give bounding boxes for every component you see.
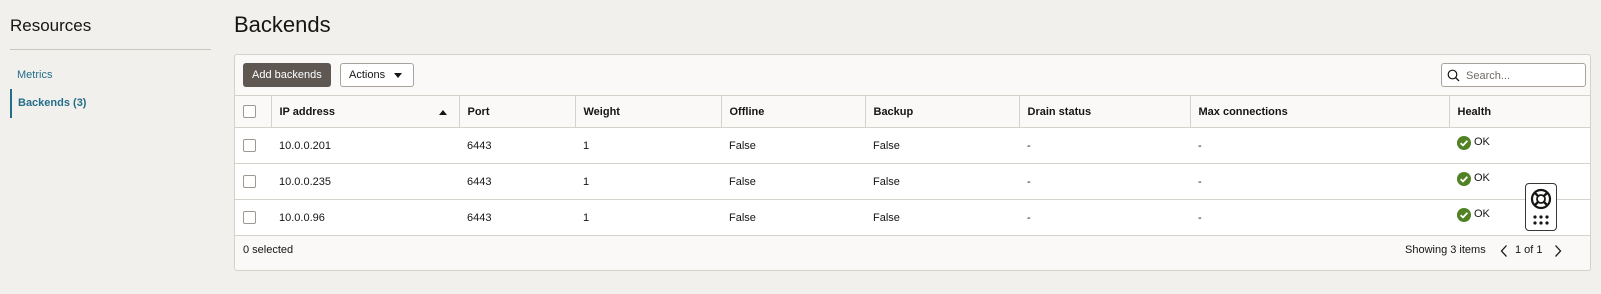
page-indicator: 1 of 1 [1515,244,1543,256]
chevron-left-icon[interactable] [1499,244,1509,258]
chevron-right-icon[interactable] [1553,244,1563,258]
cell-max-connections: - [1190,163,1449,200]
cell-weight: 1 [575,127,721,164]
grid-dots-icon[interactable] [1526,214,1556,228]
cell-backup: False [865,163,1019,200]
column-header-drain-status[interactable]: Drain status [1019,95,1191,128]
select-all-cell [235,95,272,128]
add-backends-button[interactable]: Add backends [243,63,331,87]
actions-menu-button[interactable]: Actions [340,63,414,87]
cell-offline: False [721,163,865,200]
table-row[interactable]: 10.0.0.201 6443 1 False False - - OK [235,127,1590,164]
cell-offline: False [721,199,865,236]
sidebar-item-backends-label: Backends (3) [18,97,87,109]
column-header-port[interactable]: Port [459,95,576,128]
health-status: OK [1474,208,1490,221]
health-status: OK [1474,136,1490,149]
cell-backup: False [865,127,1019,164]
cell-port: 6443 [459,199,575,236]
cell-ip-address: 10.0.0.96 [271,199,459,236]
select-all-checkbox[interactable] [243,105,256,118]
row-checkbox[interactable] [243,139,256,152]
check-circle-icon [1457,207,1471,222]
cell-health: OK [1449,127,1590,164]
cell-port: 6443 [459,163,575,200]
column-header-health[interactable]: Health [1449,95,1590,128]
cell-port: 6443 [459,127,575,164]
actions-label: Actions [349,69,386,81]
column-header-max-connections[interactable]: Max connections [1190,95,1450,128]
table-row[interactable]: 10.0.0.235 6443 1 False False - - OK [235,163,1590,200]
check-circle-icon [1457,135,1471,150]
items-count: Showing 3 items [1405,244,1486,256]
sort-ascending-icon[interactable] [438,110,447,115]
sidebar-item-backends[interactable]: Backends (3) [10,89,212,118]
row-checkbox[interactable] [243,175,256,188]
health-status: OK [1474,172,1490,185]
row-checkbox[interactable] [243,211,256,224]
search-icon [1447,69,1460,82]
column-header-weight[interactable]: Weight [575,95,722,128]
lifebuoy-icon [1530,188,1552,210]
cell-offline: False [721,127,865,164]
search-box[interactable] [1441,63,1586,87]
check-circle-icon [1457,171,1471,186]
column-header-backup[interactable]: Backup [865,95,1020,128]
page-title: Backends [234,12,331,37]
cell-backup: False [865,199,1019,236]
backends-panel: Add backends Actions IP address Port Wei… [234,54,1591,271]
cell-drain-status: - [1019,163,1190,200]
help-widget[interactable] [1525,183,1557,231]
cell-health: OK [1449,163,1590,200]
resources-title: Resources [10,16,92,35]
cell-drain-status: - [1019,127,1190,164]
cell-max-connections: - [1190,127,1449,164]
search-input[interactable] [1464,67,1583,85]
resources-sidebar: Resources Metrics Backends (3) [0,0,215,294]
selected-count: 0 selected [243,244,294,256]
table-row[interactable]: 10.0.0.96 6443 1 False False - - OK [235,199,1590,236]
column-header-ip-address[interactable]: IP address [271,95,460,128]
chevron-down-icon [394,73,402,78]
cell-weight: 1 [575,163,721,200]
sidebar-item-metrics[interactable]: Metrics [17,69,52,81]
cell-drain-status: - [1019,199,1190,236]
cell-health: OK [1449,199,1590,236]
cell-ip-address: 10.0.0.201 [271,127,459,164]
cell-weight: 1 [575,199,721,236]
table-header-row: IP address Port Weight Offline Backup Dr… [235,95,1590,128]
table-footer: 0 selected Showing 3 items 1 of 1 [235,235,1590,271]
backends-table: IP address Port Weight Offline Backup Dr… [235,95,1590,236]
sidebar-divider [10,49,211,50]
cell-max-connections: - [1190,199,1449,236]
column-header-offline[interactable]: Offline [721,95,866,128]
cell-ip-address: 10.0.0.235 [271,163,459,200]
